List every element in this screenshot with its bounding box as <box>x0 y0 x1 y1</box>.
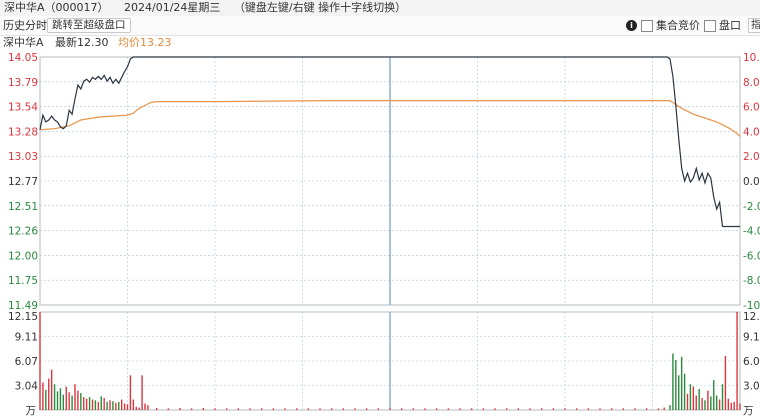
price-axis-label: 12.51 <box>8 201 38 213</box>
latest-price: 最新12.30 <box>55 36 109 49</box>
price-axis-label: 12.26 <box>8 226 38 238</box>
volume-axis-label: 万 <box>26 405 37 417</box>
chart-date: 2024/01/24星期三 <box>124 1 221 14</box>
price-axis-label: 12.00 <box>8 250 38 262</box>
chart-grid <box>39 56 741 411</box>
pct-axis-label: 0.00% <box>743 176 760 188</box>
pct-axis-label: 6.00% <box>743 102 760 114</box>
volume-axis-label-right: 9.11 <box>743 332 760 344</box>
board-checkbox[interactable] <box>704 20 716 32</box>
price-axis-label: 13.79 <box>8 77 38 89</box>
keyboard-hint: （键盘左键/右键 操作十字线切换） <box>233 1 407 14</box>
price-axis-label: 12.77 <box>8 176 38 188</box>
auction-checkbox[interactable] <box>641 20 653 32</box>
info-icon[interactable]: i <box>626 20 637 31</box>
board-label: 盘口 <box>719 19 741 32</box>
window-title-bar: 深中华A（000017） 2024/01/24星期三 （键盘左键/右键 操作十字… <box>0 0 760 17</box>
volume-axis-label-right: 6.07 <box>743 356 760 368</box>
price-axis-label: 13.28 <box>8 126 38 138</box>
price-axis-label: 13.54 <box>8 102 38 114</box>
pct-axis-label: -8.00% <box>743 275 760 287</box>
pct-axis-label: 4.00% <box>743 126 760 138</box>
average-price: 均价13.23 <box>118 36 172 49</box>
volume-axis-label-right: 3.04 <box>743 381 760 393</box>
pct-axis-label: -6.00% <box>743 250 760 262</box>
pct-axis-label: -2.00% <box>743 201 760 213</box>
pct-axis-label: 10.00% <box>743 52 760 64</box>
intraday-chart[interactable]: 14.05 13.79 13.54 13.28 13.03 12.77 12.51 12.26… <box>0 50 760 417</box>
volume-axis-label-right: 万 <box>743 405 754 417</box>
price-axis-label: 13.03 <box>8 151 38 163</box>
quote-stock-name: 深中华A <box>3 36 44 49</box>
quote-bar: 深中华A 最新12.30 均价13.23 <box>0 36 760 50</box>
history-label: 历史分时 <box>3 19 47 32</box>
price-axis-label: 11.75 <box>8 275 38 287</box>
auction-label: 集合竞价 <box>656 19 700 32</box>
volume-axis-label: 12.15 <box>8 311 38 323</box>
price-axis-label: 14.05 <box>8 52 38 64</box>
pct-axis-label: 2.00% <box>743 151 760 163</box>
edge-button[interactable]: 指 <box>748 18 760 33</box>
volume-axis-label: 3.04 <box>15 381 39 393</box>
toolbar: 历史分时 跳转至超级盘口 i 集合竞价 盘口 指 <box>0 16 760 36</box>
pct-axis-label: 8.00% <box>743 77 760 89</box>
volume-axis-label: 9.11 <box>15 332 38 344</box>
volume-axis-label: 6.07 <box>15 356 38 368</box>
volume-axis-label-right: 12.15 <box>743 311 760 323</box>
jump-to-super-board-button[interactable]: 跳转至超级盘口 <box>47 18 131 33</box>
stock-title: 深中华A（000017） <box>4 1 109 14</box>
pct-axis-label: -4.00% <box>743 226 760 238</box>
